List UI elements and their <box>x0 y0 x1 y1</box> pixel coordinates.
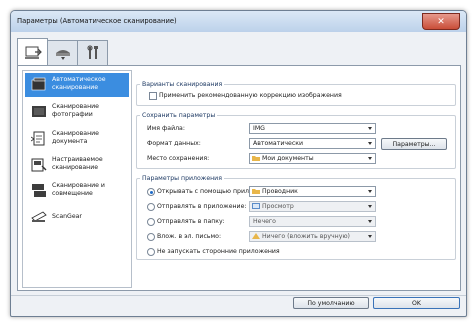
no-third-party-radio[interactable] <box>147 248 155 256</box>
tab-general-settings[interactable] <box>77 40 108 65</box>
send-to-folder-label: Отправлять в папку: <box>157 218 225 225</box>
save-location-label: Место сохранения: <box>147 155 210 162</box>
apply-correction-checkbox[interactable] <box>149 92 157 100</box>
defaults-button[interactable]: По умолчанию <box>293 297 369 309</box>
send-to-app-radio[interactable] <box>147 203 155 211</box>
tools-icon <box>86 45 98 59</box>
attach-email-value: Ничего (вложить вручную) <box>262 233 350 240</box>
close-icon: ✕ <box>437 16 445 27</box>
folder-icon <box>252 156 260 161</box>
settings-panel: Автоматическое сканирование Сканирование… <box>17 65 461 291</box>
stitch-scan-icon <box>32 184 46 197</box>
tab-scan-from-computer[interactable] <box>17 38 48 66</box>
data-format-label: Формат данных: <box>147 140 201 147</box>
sidebar-item-scangear[interactable]: ScanGear <box>25 205 129 229</box>
data-format-value: Автоматически <box>253 140 303 147</box>
explorer-icon <box>252 189 260 194</box>
app-settings-group: Параметры приложения Открывать с помощью… <box>136 175 456 260</box>
scan-mode-list: Автоматическое сканирование Сканирование… <box>22 70 132 288</box>
save-location-select[interactable]: Мои документы <box>249 153 376 164</box>
data-format-select[interactable]: Автоматически <box>249 138 376 149</box>
sidebar-item-label: ScanGear <box>52 213 82 220</box>
chevron-down-icon <box>368 190 372 193</box>
scanner-icon <box>55 50 70 60</box>
chevron-down-icon <box>368 235 372 238</box>
document-scan-icon <box>31 131 45 146</box>
send-to-folder-select[interactable]: Нечего <box>249 216 376 227</box>
no-third-party-label: Не запускать сторонние приложения <box>157 248 280 255</box>
warning-icon <box>252 233 260 239</box>
defaults-button-label: По умолчанию <box>307 299 355 307</box>
send-to-app-label: Отправлять в приложение: <box>157 203 247 210</box>
send-to-folder-value: Нечего <box>253 218 276 225</box>
save-settings-group: Сохранить параметры Имя файла: IMG Форма… <box>136 112 456 169</box>
attach-email-select[interactable]: Ничего (вложить вручную) <box>249 231 376 242</box>
attach-email-label: Влож. в эл. письмо: <box>157 233 222 240</box>
sidebar-item-auto-scan[interactable]: Автоматическое сканирование <box>25 73 129 97</box>
chevron-down-icon <box>368 142 372 145</box>
format-params-button[interactable]: Параметры... <box>381 138 447 150</box>
chevron-down-icon <box>368 205 372 208</box>
sidebar-item-label: Автоматическое сканирование <box>52 76 106 91</box>
file-name-input[interactable]: IMG <box>249 123 376 134</box>
ok-button[interactable]: OK <box>373 297 460 309</box>
chevron-down-icon <box>368 157 372 160</box>
scan-to-pc-icon <box>24 46 42 59</box>
open-with-app-value: Проводник <box>262 188 298 195</box>
open-with-app-radio[interactable] <box>147 188 155 196</box>
tab-scan-from-panel[interactable] <box>47 40 78 65</box>
sidebar-item-stitch-scan[interactable]: Сканирование и совмещение <box>25 179 129 203</box>
window-title: Параметры (Автоматическое сканирование) <box>17 17 177 25</box>
chevron-down-icon <box>368 220 372 223</box>
open-with-app-select[interactable]: Проводник <box>249 186 376 197</box>
group-title: Сохранить параметры <box>140 112 218 119</box>
auto-scan-icon <box>31 77 46 91</box>
title-bar: Параметры (Автоматическое сканирование) … <box>11 11 466 32</box>
sidebar-item-label: Сканирование фотографии <box>52 103 99 118</box>
group-title: Варианты сканирования <box>140 81 225 88</box>
group-title: Параметры приложения <box>140 175 224 182</box>
save-location-value: Мои документы <box>262 155 314 162</box>
send-to-app-value: Просмотр <box>262 203 294 210</box>
sidebar-item-photo-scan[interactable]: Сканирование фотографии <box>25 100 129 124</box>
photo-scan-icon <box>32 106 46 117</box>
send-to-folder-radio[interactable] <box>147 218 155 226</box>
settings-window: Параметры (Автоматическое сканирование) … <box>10 10 467 317</box>
sidebar-item-label: Сканирование и совмещение <box>52 182 105 197</box>
sidebar-item-document-scan[interactable]: Сканирование документа <box>25 127 129 151</box>
custom-scan-icon <box>31 158 47 172</box>
format-params-label: Параметры... <box>392 140 436 148</box>
file-name-label: Имя файла: <box>147 125 185 132</box>
sidebar-item-custom-scan[interactable]: Настраиваемое сканирование <box>25 153 129 177</box>
chevron-down-icon[interactable] <box>368 127 372 130</box>
scangear-icon <box>31 211 47 222</box>
attach-email-radio[interactable] <box>147 233 155 241</box>
close-button[interactable]: ✕ <box>422 13 460 30</box>
footer-divider <box>11 295 466 296</box>
ok-button-label: OK <box>412 299 421 307</box>
file-name-value: IMG <box>253 125 265 132</box>
sidebar-item-label: Настраиваемое сканирование <box>52 156 103 171</box>
scan-options-group: Варианты сканирования Применить рекоменд… <box>136 81 456 106</box>
preview-icon <box>252 203 260 209</box>
send-to-app-select[interactable]: Просмотр <box>249 201 376 212</box>
apply-correction-label: Применить рекомендованную коррекцию изоб… <box>159 92 342 99</box>
sidebar-item-label: Сканирование документа <box>52 130 99 145</box>
